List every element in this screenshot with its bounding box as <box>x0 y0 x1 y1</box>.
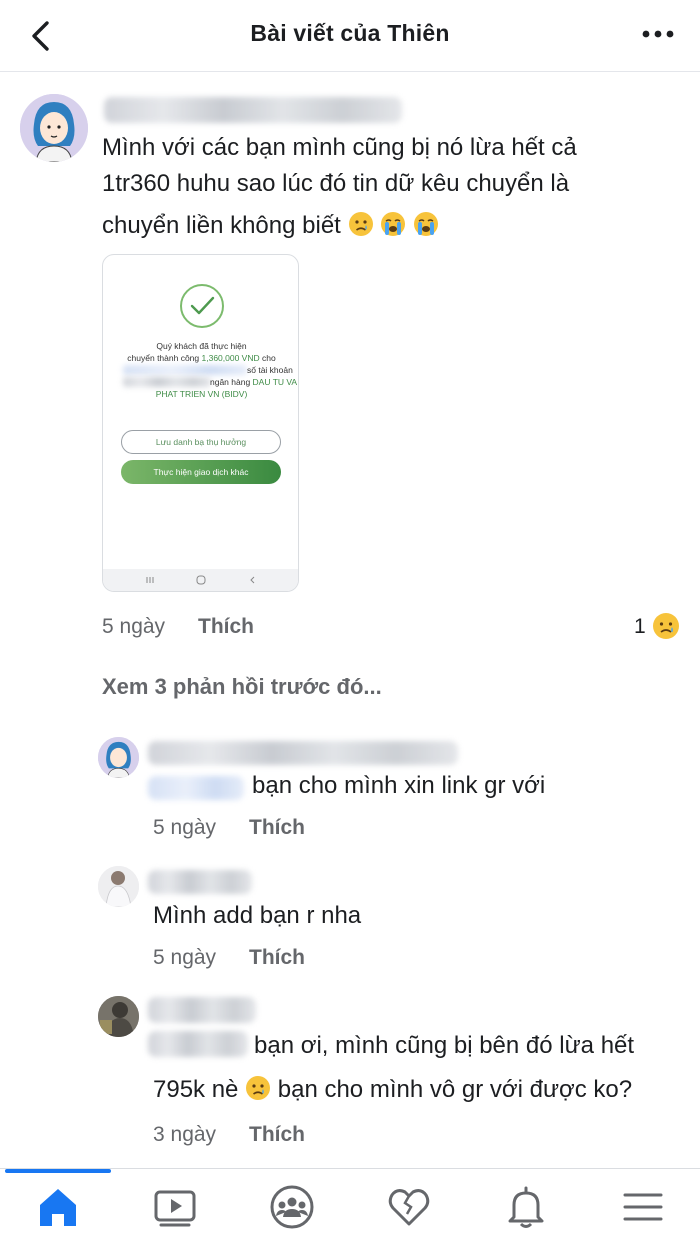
reply-text-line-2-a: 795k nè <box>153 1076 239 1103</box>
bottom-nav <box>0 1168 700 1244</box>
avatar[interactable] <box>20 94 88 162</box>
more-dots-icon[interactable] <box>638 22 678 46</box>
reply-text-line-1: bạn ơi, mình cũng bị bên đó lừa hết <box>254 1032 635 1059</box>
avatar-photo <box>98 866 139 907</box>
reply-time: 5 ngày <box>153 816 217 839</box>
view-previous-replies[interactable]: Xem 3 phản hồi trước đó... <box>102 674 382 700</box>
redacted-name <box>148 870 252 894</box>
video-icon[interactable] <box>151 1183 199 1231</box>
top-bar: Bài viết của Thiên <box>0 0 700 72</box>
reply-text-line-2: 795k nè bạn cho mình vô gr với được ko? <box>153 1071 632 1109</box>
receipt-line-2-b: cho <box>259 353 276 363</box>
redacted-name <box>148 997 256 1023</box>
receipt-amount: 1,360,000 VND <box>201 353 260 363</box>
redacted-mention <box>148 776 244 800</box>
groups-icon[interactable] <box>268 1183 316 1231</box>
avatar[interactable] <box>98 866 139 907</box>
avatar[interactable] <box>98 996 139 1037</box>
heart-icon[interactable] <box>385 1183 433 1231</box>
comment-text-line-3-text: chuyển liền không biết <box>102 212 341 239</box>
reaction-count[interactable]: 1 <box>634 615 646 639</box>
comment-like-label: Thích <box>198 615 254 638</box>
bell-icon[interactable] <box>502 1183 550 1231</box>
loudly-crying-face-icon <box>413 212 438 236</box>
redacted-name <box>148 741 458 765</box>
reply-time: 5 ngày <box>153 946 217 969</box>
receipt-image[interactable]: Quý khách đã thực hiện chuyển thành công… <box>102 254 299 592</box>
avatar-photo <box>98 996 139 1037</box>
avatar[interactable] <box>98 737 139 778</box>
receipt-line-2-a: chuyển thành công <box>127 353 202 363</box>
receipt-line-4: ngân hàng DAU TU VA <box>210 376 298 388</box>
phone-nav-bar <box>103 569 298 591</box>
crying-face-icon <box>246 1076 271 1100</box>
comment-text-line-3: chuyển liền không biết <box>102 207 439 245</box>
reply-like-button[interactable]: Thích <box>249 1123 305 1147</box>
sad-reaction-icon <box>653 613 679 639</box>
reply-time: 3 ngày <box>153 1123 217 1146</box>
new-transaction-button[interactable]: Thực hiện giao dịch khác <box>121 460 281 484</box>
redacted-mention <box>148 1031 248 1057</box>
reply-text: bạn cho mình xin link gr với <box>252 772 546 799</box>
redacted-name <box>104 97 402 123</box>
reply-like-label: Thích <box>249 816 305 839</box>
reply-like-label: Thích <box>249 946 305 969</box>
active-tab-indicator <box>5 1169 111 1173</box>
loudly-crying-face-icon <box>381 212 406 236</box>
reply-text: Mình add bạn r nha <box>153 902 362 929</box>
crying-face-icon <box>348 212 373 236</box>
avatar-illustration <box>20 94 88 162</box>
avatar-illustration <box>98 737 139 778</box>
save-beneficiary-button[interactable]: Lưu danh bạ thụ hưởng <box>121 430 281 454</box>
reply-like-button[interactable]: Thích <box>249 946 305 970</box>
phone-nav-icons <box>146 575 255 585</box>
receipt-bank-1: DAU TU VA <box>252 377 298 387</box>
comment-text-line-1: Mình với các bạn mình cũng bị nó lừa hết… <box>102 134 577 161</box>
reply-like-button[interactable]: Thích <box>249 816 305 840</box>
redacted-owner <box>123 377 211 387</box>
page-title: Bài viết của Thiên <box>250 20 450 46</box>
reply-text-line-2-b: bạn cho mình vô gr với được ko? <box>277 1076 633 1103</box>
receipt-line-4-a: ngân hàng <box>210 377 253 387</box>
receipt-bank-2: PHAT TRIEN VN (BIDV) <box>155 389 248 399</box>
receipt-line-2: chuyển thành công 1,360,000 VND cho <box>103 352 298 364</box>
menu-icon[interactable] <box>619 1183 667 1231</box>
receipt-line-1: Quý khách đã thực hiện <box>156 341 247 351</box>
check-circle-icon <box>180 284 224 328</box>
receipt-line-3: số tài khoản <box>247 365 293 375</box>
home-icon[interactable] <box>34 1183 82 1231</box>
comment-time: 5 ngày <box>102 615 166 638</box>
comment-text-line-2: 1tr360 huhu sao lúc đó tin dữ kêu chuyển… <box>102 170 570 197</box>
comment-like-button[interactable]: Thích <box>198 615 254 639</box>
reply-like-label: Thích <box>249 1123 305 1146</box>
